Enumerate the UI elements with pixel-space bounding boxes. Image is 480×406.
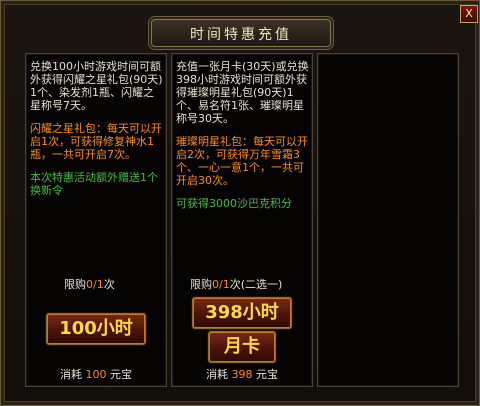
gift-info-text: 璀璨明星礼包：每天可以开启2次，可获得万年雪霜3个、一心一意1个，一共可开启30… — [176, 135, 308, 187]
limit-suffix: 次 — [103, 278, 115, 291]
offer-panel-100h: 兑换100小时游戏时间可额外获得闪耀之星礼包(90天)1个、染发剂1瓶、闪耀之星… — [25, 53, 167, 387]
cost-text: 消耗 100 元宝 — [60, 366, 132, 382]
purchase-limit: 限购0/1次(二选一) — [190, 276, 282, 292]
cost-unit: 元宝 — [110, 368, 132, 381]
cost-amount: 398 — [231, 368, 253, 381]
offer-main-text: 充值一张月卡(30天)或兑换398小时游戏时间可额外获得璀璨明星礼包(90天)1… — [176, 60, 309, 125]
buy-398-hours-button[interactable]: 398小时 — [192, 297, 292, 329]
gift-info-text: 闪耀之星礼包：每天可以开启1次，可获得修复神水1瓶，一共可开启7次。 — [30, 122, 162, 161]
empty-offer-panel — [317, 53, 459, 387]
cost-amount: 100 — [85, 368, 107, 381]
limit-label: 限购 — [190, 278, 212, 291]
cost-label: 消耗 — [206, 368, 228, 381]
title-plate: 时间特惠充值 — [151, 19, 331, 47]
bonus-text: 本次特惠活动额外赠送1个换新令 — [30, 171, 158, 197]
bonus-text: 可获得3000沙巴克积分 — [176, 197, 292, 210]
limit-count: 0/1 — [212, 278, 230, 291]
cost-label: 消耗 — [60, 368, 82, 381]
limit-suffix: 次(二选一) — [229, 278, 283, 291]
cost-unit: 元宝 — [256, 368, 278, 381]
cost-text: 消耗 398 元宝 — [206, 366, 278, 382]
buy-monthly-card-button[interactable]: 月卡 — [208, 331, 276, 363]
close-button[interactable]: X — [460, 5, 478, 23]
buy-100-hours-button[interactable]: 100小时 — [46, 313, 146, 345]
purchase-limit: 限购0/1次 — [64, 276, 115, 292]
limit-count: 0/1 — [86, 278, 104, 291]
offer-main-text: 兑换100小时游戏时间可额外获得闪耀之星礼包(90天)1个、染发剂1瓶、闪耀之星… — [30, 60, 163, 112]
dialog-window: 时间特惠充值 X 兑换100小时游戏时间可额外获得闪耀之星礼包(90天)1个、染… — [0, 0, 480, 406]
limit-label: 限购 — [64, 278, 86, 291]
offer-description: 兑换100小时游戏时间可额外获得闪耀之星礼包(90天)1个、染发剂1瓶、闪耀之星… — [30, 60, 164, 207]
offer-panel-398h: 充值一张月卡(30天)或兑换398小时游戏时间可额外获得璀璨明星礼包(90天)1… — [171, 53, 313, 387]
window-title: 时间特惠充值 — [190, 27, 292, 43]
offer-description: 充值一张月卡(30天)或兑换398小时游戏时间可额外获得璀璨明星礼包(90天)1… — [176, 60, 310, 220]
